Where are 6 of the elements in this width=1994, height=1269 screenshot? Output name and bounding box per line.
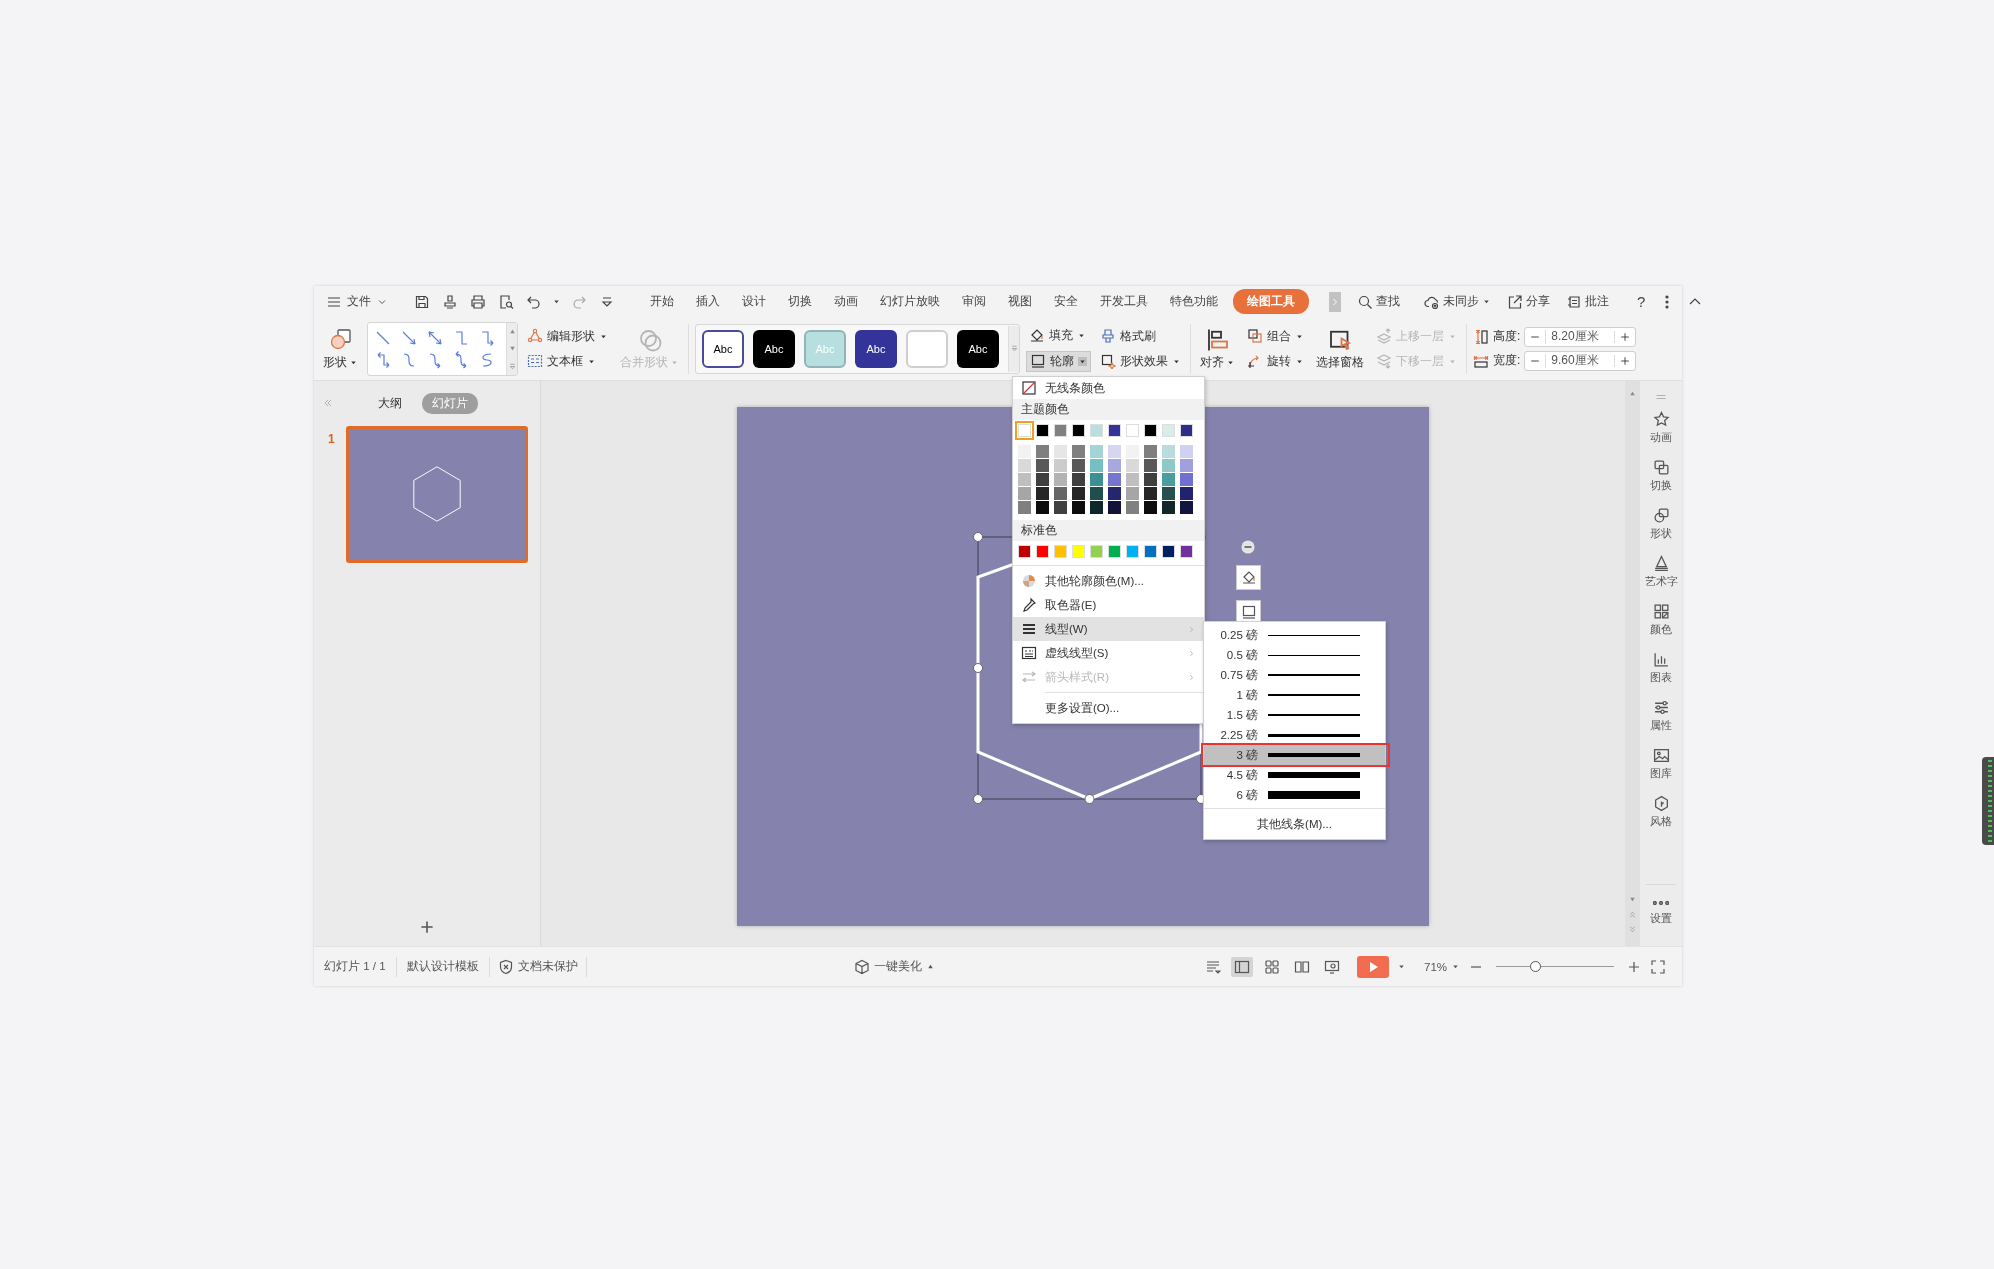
slide-count: 幻灯片 1 / 1 (323, 959, 387, 974)
section-header: 标准色 (1013, 520, 1204, 541)
section-header: 主题颜色 (1013, 399, 1204, 420)
width-label: 宽度: (1493, 352, 1521, 370)
height-label: 高度: (1493, 328, 1521, 346)
slide-number: 1 (328, 430, 336, 446)
